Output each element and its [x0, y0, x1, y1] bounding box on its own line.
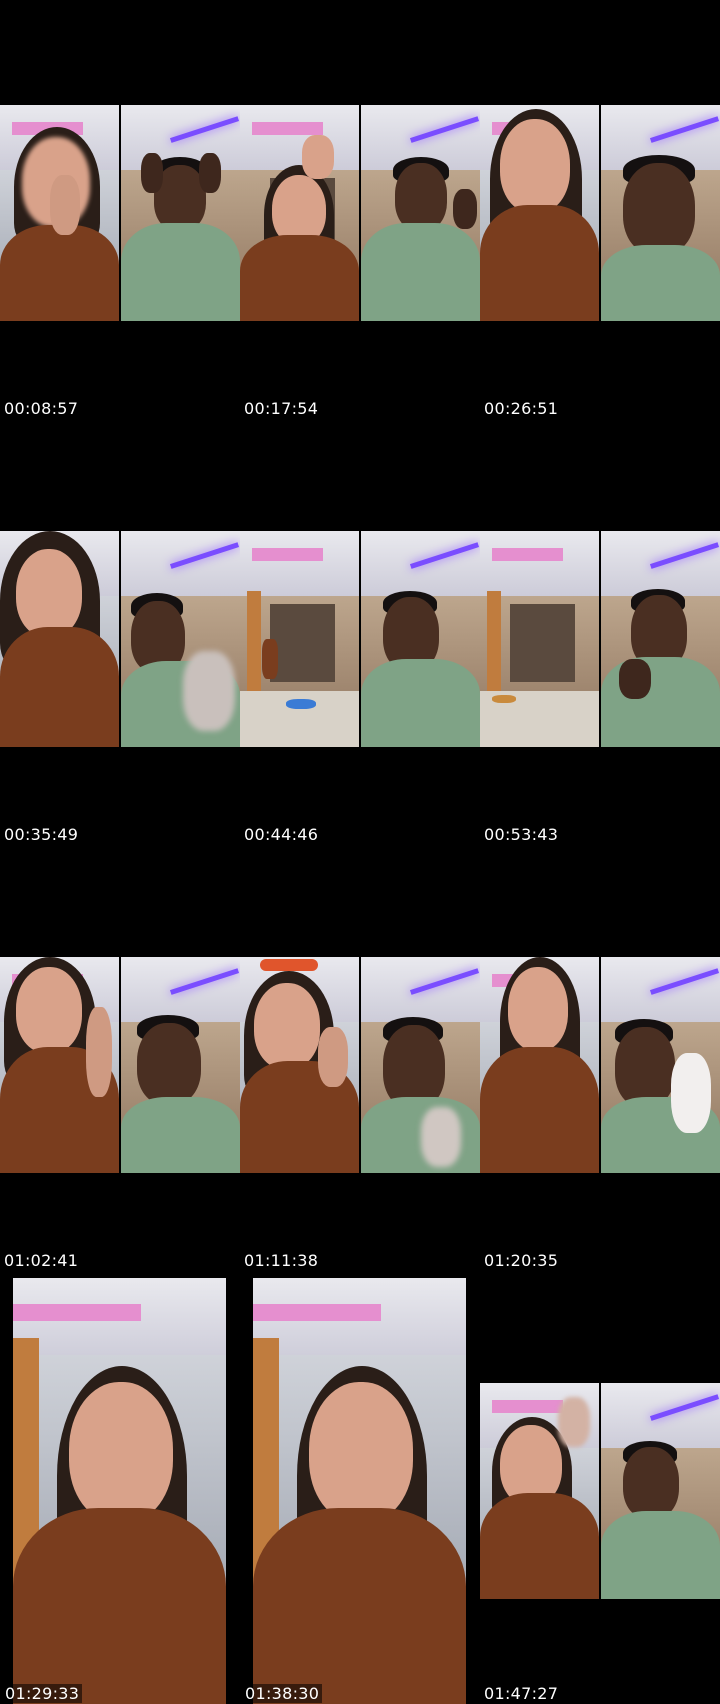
thumbnail-11[interactable]: 01:38:30 [240, 1278, 480, 1704]
thumbnail-grid: 00:08:57 00:17:54 00:26:51 00:35:49 00:4… [0, 0, 720, 1704]
timestamp: 01:02:41 [4, 1251, 79, 1270]
thumbnail-2[interactable]: 00:17:54 [240, 0, 480, 426]
woman-video-pane [0, 105, 119, 321]
timestamp: 01:20:35 [484, 1251, 559, 1270]
thumbnail-12[interactable]: 01:47:27 [480, 1278, 720, 1704]
kitchen-video-pane [480, 531, 599, 747]
split-frame [480, 531, 720, 747]
woman-video-pane [480, 957, 599, 1173]
thumbnail-6[interactable]: 00:53:43 [480, 426, 720, 852]
man-video-pane [601, 957, 720, 1173]
timestamp: 00:53:43 [484, 825, 559, 844]
thumbnail-1[interactable]: 00:08:57 [0, 0, 240, 426]
thumbnail-5[interactable]: 00:44:46 [240, 426, 480, 852]
split-frame [480, 1383, 720, 1599]
woman-video-pane [240, 957, 359, 1173]
split-frame [480, 105, 720, 321]
split-frame [0, 105, 240, 321]
timestamp: 01:11:38 [244, 1251, 319, 1270]
man-video-pane [601, 531, 720, 747]
thumbnail-10[interactable]: 01:29:33 [0, 1278, 240, 1704]
man-video-pane [121, 957, 240, 1173]
split-frame [240, 531, 480, 747]
woman-video-frame [13, 1278, 226, 1704]
timestamp: 00:44:46 [244, 825, 319, 844]
split-frame [240, 957, 480, 1173]
man-video-pane [601, 1383, 720, 1599]
split-frame [0, 957, 240, 1173]
man-video-pane [361, 531, 480, 747]
split-frame [480, 957, 720, 1173]
thumbnail-9[interactable]: 01:20:35 [480, 852, 720, 1278]
timestamp: 00:26:51 [484, 399, 559, 418]
thumbnail-8[interactable]: 01:11:38 [240, 852, 480, 1278]
man-video-pane [121, 105, 240, 321]
split-frame [240, 105, 480, 321]
woman-video-pane [480, 105, 599, 321]
timestamp: 01:47:27 [484, 1684, 559, 1703]
thumbnail-3[interactable]: 00:26:51 [480, 0, 720, 426]
woman-video-pane [0, 957, 119, 1173]
split-frame [0, 531, 240, 747]
timestamp: 01:38:30 [242, 1684, 323, 1703]
timestamp: 00:08:57 [4, 399, 79, 418]
timestamp: 01:29:33 [2, 1684, 83, 1703]
man-video-pane [361, 957, 480, 1173]
woman-video-pane [240, 105, 359, 321]
timestamp: 00:35:49 [4, 825, 79, 844]
man-video-pane [121, 531, 240, 747]
woman-video-pane [0, 531, 119, 747]
woman-video-pane [480, 1383, 599, 1599]
man-video-pane [601, 105, 720, 321]
thumbnail-4[interactable]: 00:35:49 [0, 426, 240, 852]
kitchen-video-pane [240, 531, 359, 747]
man-video-pane [361, 105, 480, 321]
thumbnail-7[interactable]: 01:02:41 [0, 852, 240, 1278]
timestamp: 00:17:54 [244, 399, 319, 418]
woman-video-frame [253, 1278, 466, 1704]
